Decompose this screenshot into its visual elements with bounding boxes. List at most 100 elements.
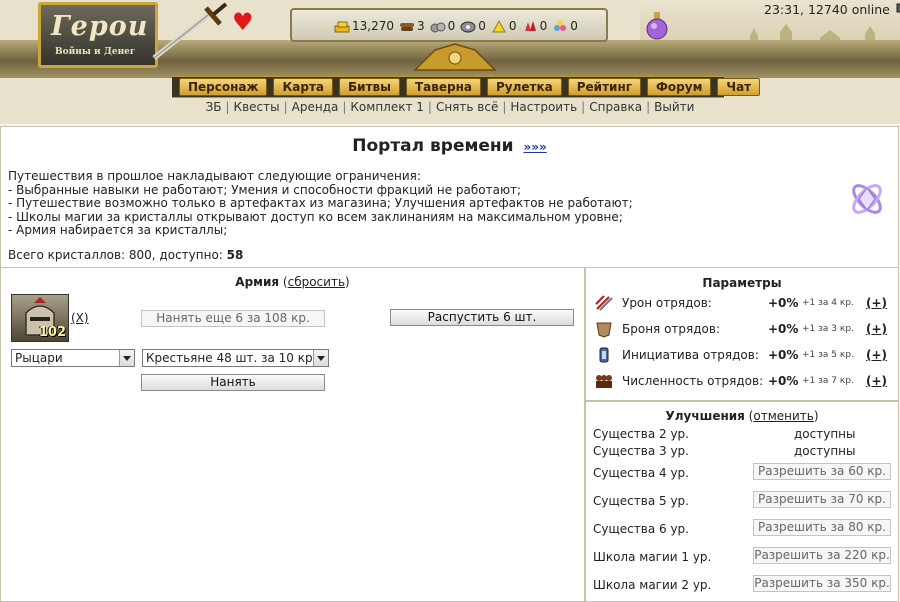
resource-value: 0 [508,19,517,33]
param-row: Броня отрядов: +0% +1 за 3 кр. (+) [594,320,894,338]
crystal-icon [522,19,538,33]
resource-gold: 13,270 [334,19,394,33]
portal-restrictions: Путешествия в прошлое накладывают следую… [8,169,633,238]
resource-gems: 0 [552,19,578,33]
params-panel: Параметры Урон отрядов: +0% +1 за 4 кр. (+)… [585,268,899,401]
upgrade-allow-button[interactable]: Разрешить за 350 кр. [753,575,891,592]
sulfur-icon [491,19,507,33]
game-logo[interactable]: Герои Войны и Денег [38,2,158,68]
upgrade-label: Школа магии 1 ур. [593,550,712,564]
param-value: +0% [768,322,799,336]
upgrade-label: Существа 5 ур. [593,494,689,508]
sub-link[interactable]: ЗБ [206,100,222,114]
crystals-total: Всего кристаллов: 800, доступно: 58 [8,248,243,262]
param-label: Броня отрядов: [622,322,720,336]
army-title: Армия [235,275,280,289]
params-title: Параметры [702,276,782,290]
menu-item[interactable]: Таверна [406,78,481,96]
army-reset-link[interactable]: сбросить [288,275,345,289]
param-label: Инициатива отрядов: [622,348,759,362]
sub-link[interactable]: Комплект 1 [350,100,424,114]
wood-icon [399,19,415,33]
param-cost: +1 за 4 кр. [802,298,854,308]
upgrade-allow-button[interactable]: Разрешить за 60 кр. [753,463,891,480]
sub-links-bar: ЗБ | Квесты | Аренда | Комплект 1 | Снять всё | На… [0,100,900,114]
restriction-line: - Армия набирается за кристаллы; [8,223,228,237]
resource-crystal: 0 [522,19,548,33]
upgrades-cancel-link[interactable]: отменить [753,409,813,423]
mana-potion-icon[interactable] [645,10,669,40]
sub-link[interactable]: Снять всё [436,100,498,114]
upgrade-allow-button[interactable]: Разрешить за 220 кр. [753,547,891,564]
chevron-down-icon[interactable] [313,350,328,366]
upgrades-title: Улучшения [665,409,745,423]
armor-icon [594,320,614,338]
resource-wood: 3 [399,19,425,33]
link-separator: | [502,100,507,114]
sub-link[interactable]: Выйти [654,100,694,114]
sword-icon [152,2,228,60]
menu-item[interactable]: Рейтинг [567,78,642,96]
upgrade-status: доступны [794,444,856,458]
param-row: Инициатива отрядов: +0% +1 за 5 кр. (+) [594,346,894,364]
online-status: 23:31, 12740 online [764,2,900,17]
hire-button[interactable]: Нанять [141,374,325,391]
portal-panel: Портал времени »»» Путешествия в прошлое… [0,126,899,268]
main-menu: Персонаж Карта Битвы Таверна Рулетка Рейтинг Ф… [172,76,761,98]
chevron-down-icon[interactable] [119,350,134,366]
menu-item[interactable]: Форум [647,78,712,96]
link-separator: | [225,100,230,114]
dismiss-button[interactable]: Распустить 6 шт. [390,309,574,326]
link-separator: | [646,100,651,114]
param-cost: +1 за 3 кр. [802,324,854,334]
hire-more-button[interactable]: Нанять еще 6 за 108 кр. [141,310,325,327]
sub-link[interactable]: Квесты [234,100,280,114]
resources-row: 13,270 3 0 0 0 0 0 [334,19,583,33]
resources-panel: 13,270 3 0 0 0 0 0 [290,8,608,42]
menu-item[interactable]: Чат [717,78,761,96]
upgrade-label: Существа 4 ур. [593,466,689,480]
param-increase-link[interactable]: (+) [866,348,887,362]
menu-item[interactable]: Персонаж [179,78,268,96]
param-label: Численность отрядов: [622,374,764,388]
portal-title-text: Портал времени [352,136,514,156]
faction-select[interactable]: Рыцари [11,349,135,367]
resource-value: 0 [478,19,486,33]
param-row: Численность отрядов: +0% +1 за 7 кр. (+) [594,372,894,390]
upgrade-allow-button[interactable]: Разрешить за 70 кр. [753,491,891,508]
sub-link[interactable]: Аренда [292,100,339,114]
army-panel: Армия (сбросить) 102 (X) Нанять еще 6 за… [0,268,585,602]
health-heart-icon[interactable]: ♥ [232,10,254,34]
portal-more-link[interactable]: »»» [523,140,546,154]
upgrade-label: Существа 6 ур. [593,522,689,536]
crystals-available: 58 [226,248,244,262]
resource-value: 0 [539,19,548,33]
restriction-line: - Путешествие возможно только в артефакт… [8,196,633,210]
monitor-icon[interactable] [896,3,900,15]
restriction-line: - Выбранные навыки не работают; Умения и… [8,182,522,197]
sub-link[interactable]: Настроить [510,100,577,114]
menu-item[interactable]: Битвы [339,78,400,96]
damage-icon [594,294,614,312]
param-value: +0% [768,374,799,388]
param-value: +0% [768,348,799,362]
sub-link[interactable]: Справка [589,100,642,114]
menu-item[interactable]: Карта [273,78,334,96]
param-row: Урон отрядов: +0% +1 за 4 кр. (+) [594,294,894,312]
unit-portrait[interactable]: 102 [11,294,69,342]
upgrade-allow-button[interactable]: Разрешить за 80 кр. [753,519,891,536]
unit-remove-link[interactable]: (X) [71,311,89,325]
logo-subtitle: Войны и Денег [55,47,136,57]
param-increase-link[interactable]: (+) [866,322,887,336]
restriction-line: - Школы магии за кристаллы открывают дос… [8,209,623,224]
param-increase-link[interactable]: (+) [866,374,887,388]
param-increase-link[interactable]: (+) [866,296,887,310]
resource-ore: 0 [430,19,455,33]
link-separator: | [427,100,432,114]
unit-select[interactable]: Крестьяне 48 шт. за 10 кр. [142,349,329,367]
menu-item[interactable]: Рулетка [487,78,562,96]
link-separator: | [342,100,347,114]
restriction-line: Путешествия в прошлое накладывают следую… [8,169,421,183]
param-cost: +1 за 7 кр. [802,376,854,386]
upgrade-label: Школа магии 2 ур. [593,578,712,592]
